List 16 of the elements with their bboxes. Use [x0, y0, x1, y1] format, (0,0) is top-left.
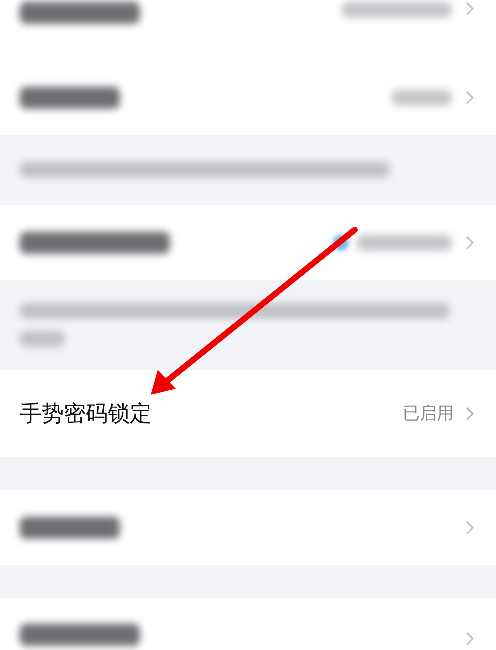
blurred-text — [20, 331, 65, 347]
chevron-icon — [466, 520, 474, 534]
settings-row[interactable] — [0, 60, 496, 135]
row-label: 手势密码锁定 — [20, 400, 152, 428]
row-value: 已启用 — [403, 403, 454, 425]
chevron-icon — [466, 406, 474, 420]
chevron-icon — [466, 90, 474, 104]
settings-row[interactable] — [0, 205, 496, 280]
settings-row[interactable]: 手势密码锁定 已启用 — [0, 370, 496, 457]
chevron-icon — [466, 632, 474, 646]
settings-row[interactable] — [0, 490, 496, 565]
settings-row[interactable] — [0, 0, 496, 60]
chevron-icon — [466, 236, 474, 250]
settings-row[interactable] — [0, 598, 496, 650]
chevron-icon — [466, 2, 474, 16]
blurred-text — [392, 90, 452, 106]
